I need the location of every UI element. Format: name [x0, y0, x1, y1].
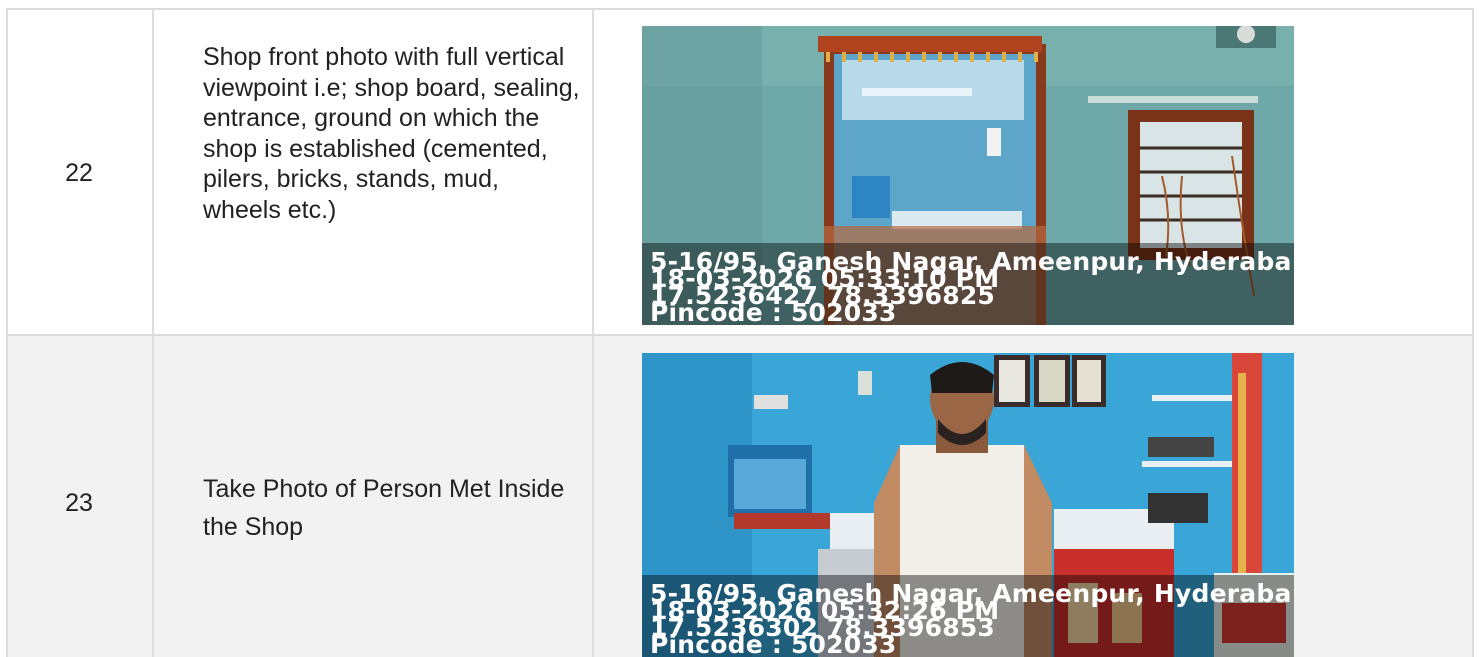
shop-front-photo[interactable]: 5-16/95, Ganesh Nagar, Ameenpur, Hyderab…: [642, 26, 1294, 325]
table-row: 23 Take Photo of Person Met Inside the S…: [6, 336, 1474, 657]
person-met-photo[interactable]: 5-16/95, Ganesh Nagar, Ameenpur, Hyderab…: [642, 353, 1294, 657]
table-border-top: [6, 8, 1474, 10]
column-divider: [592, 9, 594, 657]
row-description: Take Photo of Person Met Inside the Shop: [203, 475, 565, 541]
row-divider: [6, 334, 1474, 336]
geo-stamp: 5-16/95, Ganesh Nagar, Ameenpur, Hyderab…: [642, 243, 1294, 325]
table-row: 22 Shop front photo with full vertical v…: [6, 9, 1474, 335]
geo-stamp: 5-16/95, Ganesh Nagar, Ameenpur, Hyderab…: [642, 575, 1294, 657]
row-number: 23: [65, 489, 93, 517]
photo-checklist-table: 22 Shop front photo with full vertical v…: [0, 0, 1480, 657]
table-border-right: [1472, 9, 1474, 657]
row-description: Shop front photo with full vertical view…: [203, 43, 580, 224]
row-number: 22: [65, 159, 93, 187]
column-divider: [152, 9, 154, 657]
table-border-left: [6, 9, 8, 657]
